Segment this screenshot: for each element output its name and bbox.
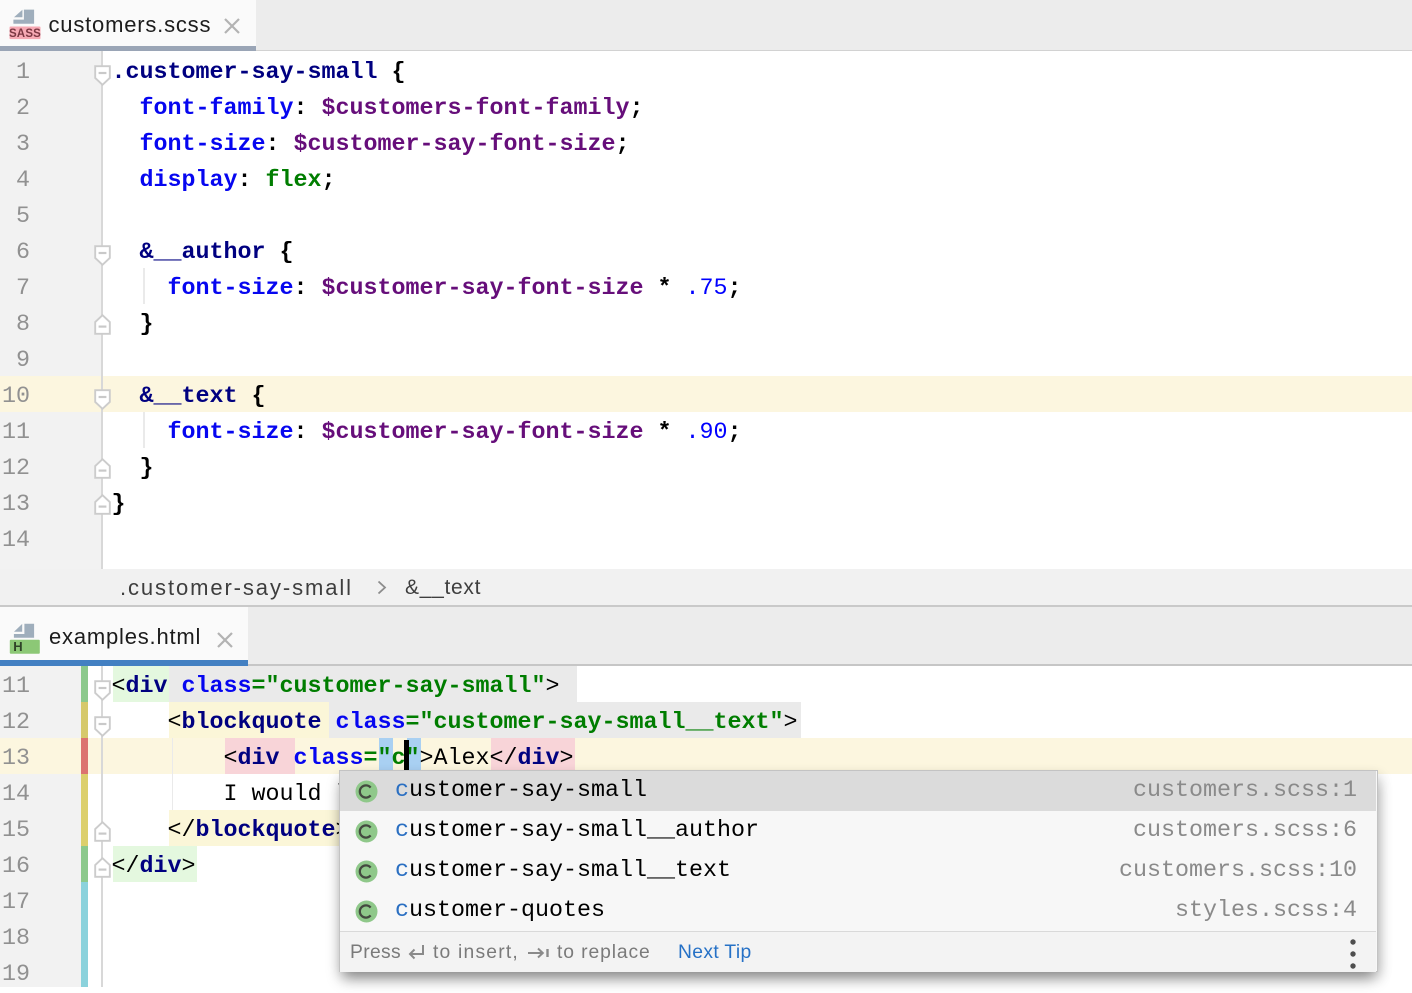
svg-text:SASS: SASS (9, 28, 41, 40)
svg-text:H: H (13, 639, 22, 654)
